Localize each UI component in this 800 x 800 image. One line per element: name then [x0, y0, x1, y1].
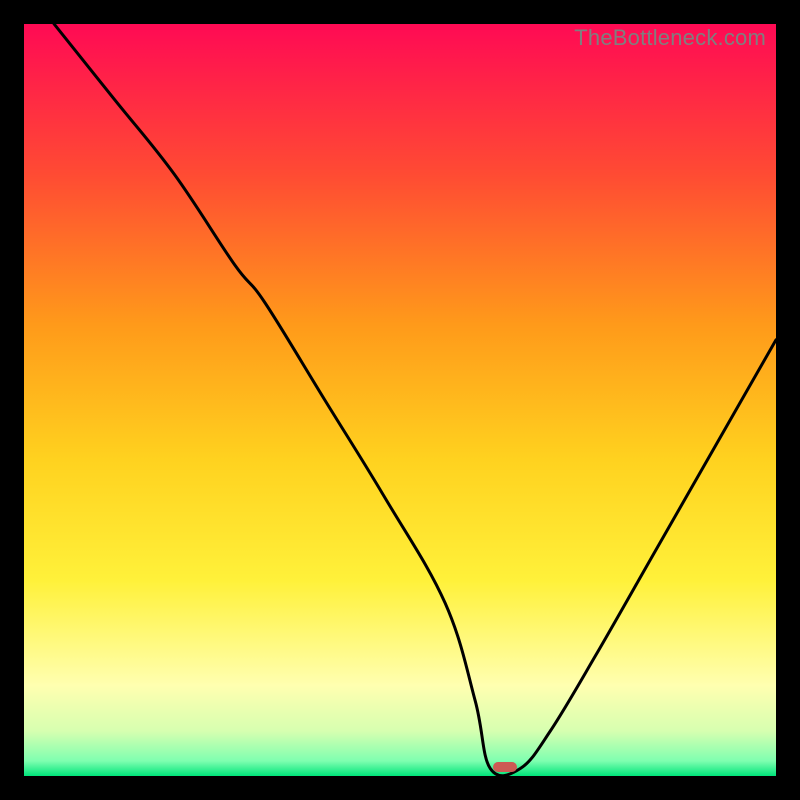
chart-frame: TheBottleneck.com — [0, 0, 800, 800]
gradient-background — [24, 24, 776, 776]
plot-area: TheBottleneck.com — [24, 24, 776, 776]
